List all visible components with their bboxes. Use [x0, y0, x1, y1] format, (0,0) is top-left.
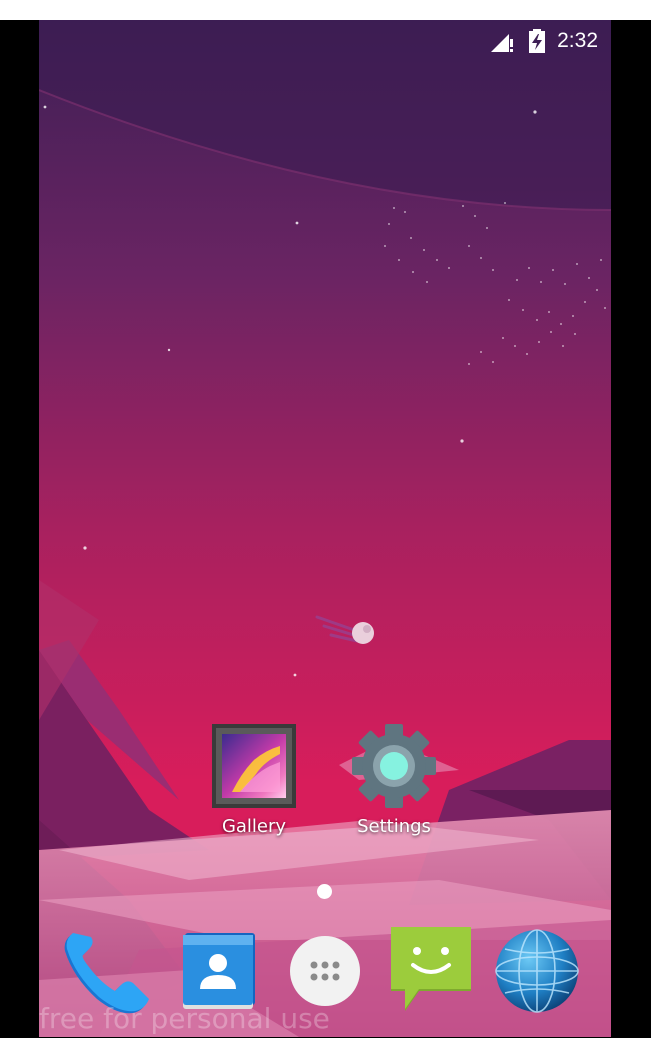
gallery-shortcut[interactable]: Gallery	[194, 722, 314, 837]
signal-no-service-icon	[491, 34, 513, 52]
battery-charging-icon	[529, 29, 545, 53]
settings-shortcut[interactable]: Settings	[334, 722, 454, 837]
messaging-icon	[391, 927, 471, 1011]
settings-gear-icon	[352, 724, 436, 808]
page-indicator	[317, 884, 332, 899]
gallery-label: Gallery	[221, 816, 287, 837]
gallery-icon	[212, 724, 296, 808]
status-time: 2:32	[557, 29, 598, 52]
status-bar: 2:32	[39, 20, 611, 62]
dock-messaging-button[interactable]	[385, 925, 477, 1017]
wallpaper-watermark: free for personal use	[39, 1002, 330, 1035]
settings-label: Settings	[357, 816, 431, 837]
dock-browser-button[interactable]	[491, 925, 583, 1017]
browser-globe-icon	[495, 929, 579, 1013]
home-screen: 2:32 Gallery Settings free for personal …	[39, 20, 611, 1037]
